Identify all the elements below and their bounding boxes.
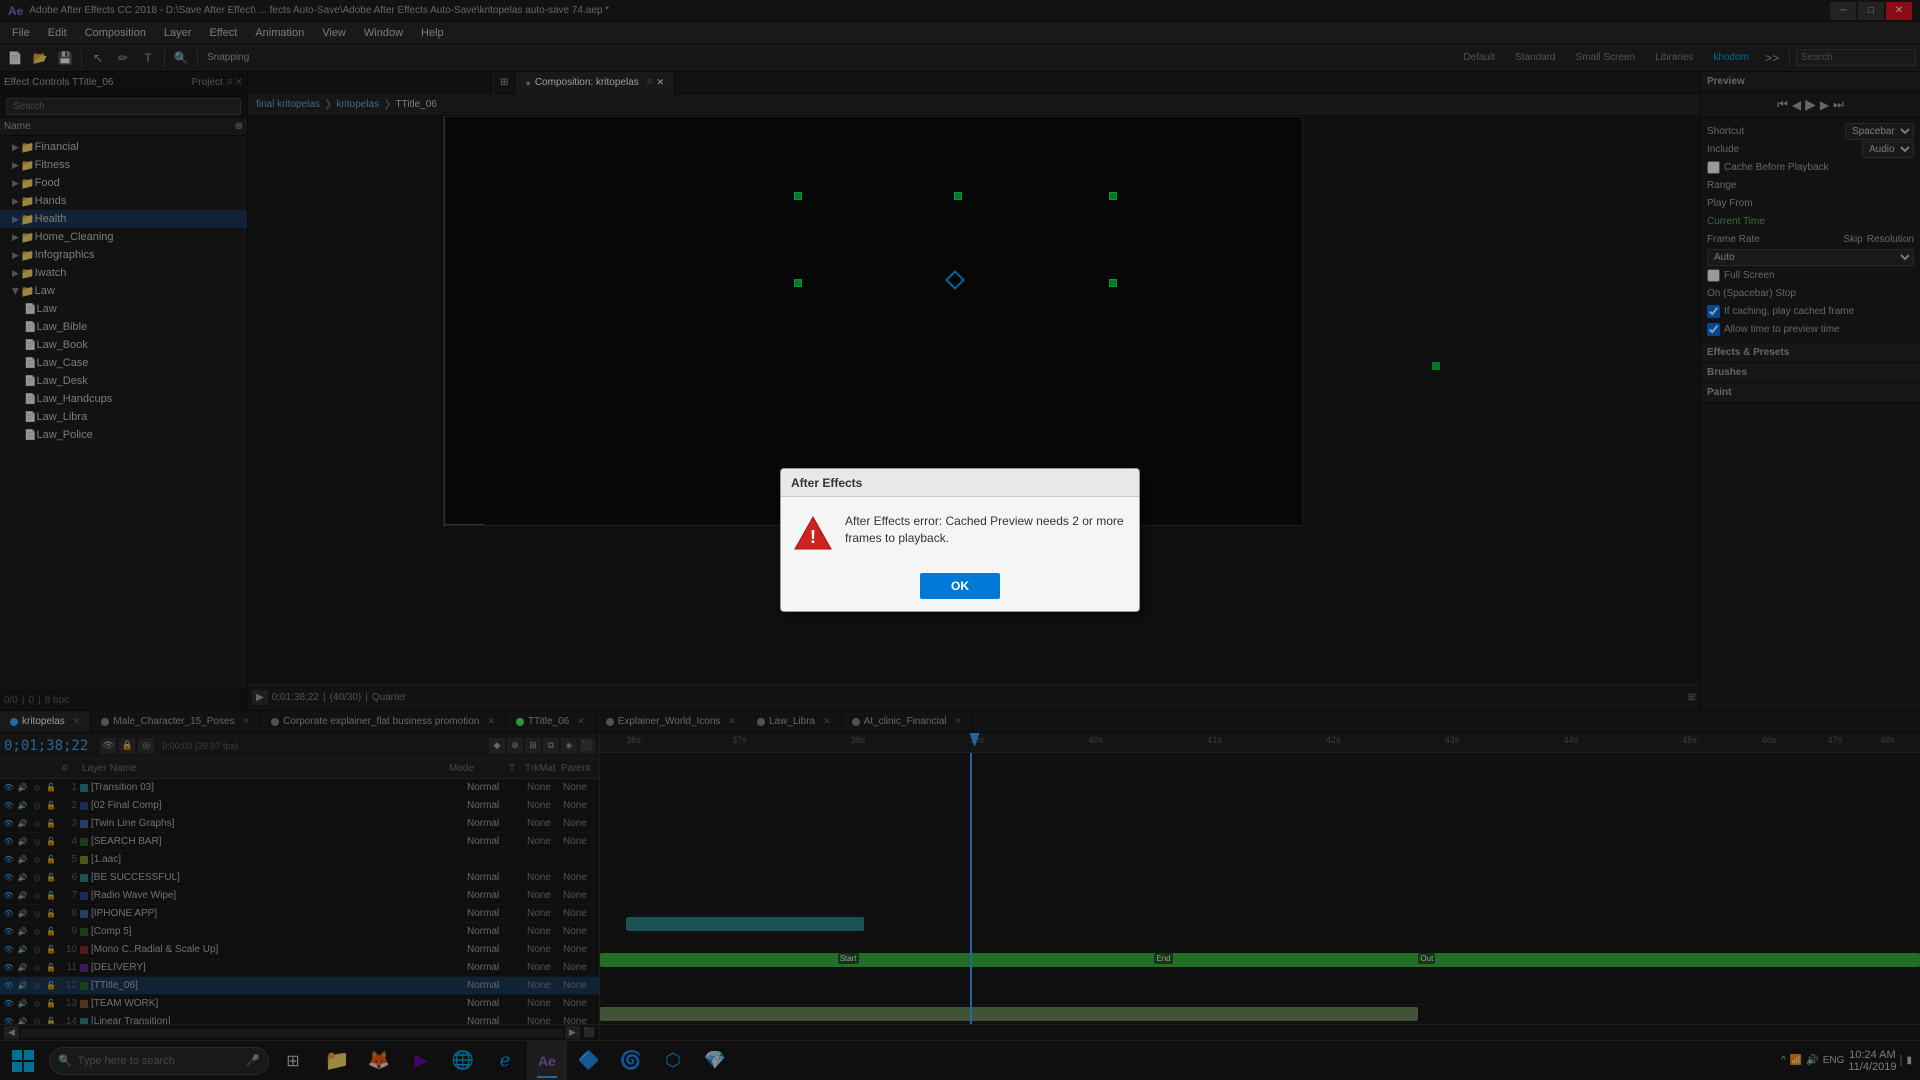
dialog-footer: OK	[781, 565, 1139, 611]
svg-text:!: !	[810, 527, 816, 547]
dialog-message: After Effects error: Cached Preview need…	[845, 513, 1127, 547]
error-dialog: After Effects ! After Effects error: Cac…	[780, 468, 1140, 612]
modal-overlay: After Effects ! After Effects error: Cac…	[0, 0, 1920, 1080]
dialog-title: After Effects	[791, 476, 862, 490]
dialog-ok-button[interactable]: OK	[920, 573, 1000, 599]
warning-triangle-icon: !	[793, 513, 833, 553]
warning-icon: !	[793, 513, 833, 553]
dialog-body: ! After Effects error: Cached Preview ne…	[781, 497, 1139, 565]
dialog-title-bar: After Effects	[781, 469, 1139, 497]
